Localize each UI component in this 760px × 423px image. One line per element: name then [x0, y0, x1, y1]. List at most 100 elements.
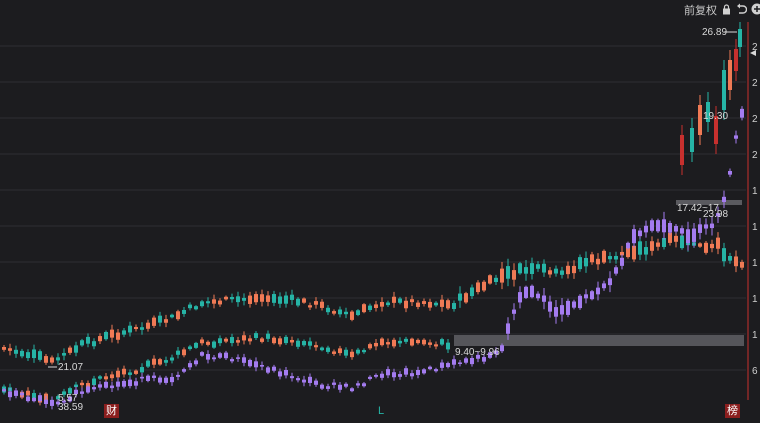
candle-purple[interactable]	[200, 352, 204, 356]
candle-purple[interactable]	[518, 292, 522, 303]
candle-secondary[interactable]	[350, 351, 354, 358]
candle-secondary[interactable]	[272, 337, 276, 344]
candle-purple[interactable]	[404, 368, 408, 375]
candle[interactable]	[722, 248, 726, 262]
candle[interactable]	[428, 301, 432, 308]
candle-purple[interactable]	[110, 385, 114, 389]
candle-purple[interactable]	[134, 381, 138, 386]
candle-secondary[interactable]	[194, 342, 198, 348]
candle-secondary[interactable]	[410, 338, 414, 346]
candle[interactable]	[590, 254, 594, 263]
candle[interactable]	[434, 302, 438, 306]
candle-purple[interactable]	[584, 294, 588, 299]
candle-purple[interactable]	[740, 108, 744, 118]
candle-purple[interactable]	[560, 305, 564, 315]
candle-secondary[interactable]	[314, 345, 318, 348]
candle[interactable]	[524, 267, 528, 274]
candle-secondary[interactable]	[140, 367, 144, 373]
candle-purple[interactable]	[686, 229, 690, 244]
candle[interactable]	[440, 299, 444, 307]
candle[interactable]	[548, 270, 552, 275]
candle[interactable]	[584, 257, 588, 267]
candle[interactable]	[728, 255, 732, 261]
candle[interactable]	[62, 353, 66, 356]
candle[interactable]	[212, 299, 216, 304]
candle[interactable]	[56, 357, 60, 361]
candle[interactable]	[392, 296, 396, 303]
candle[interactable]	[518, 263, 522, 274]
candle[interactable]	[146, 322, 150, 329]
candle[interactable]	[242, 297, 246, 301]
candle[interactable]	[380, 301, 384, 307]
candle[interactable]	[398, 298, 402, 303]
candle-secondary[interactable]	[116, 370, 120, 378]
candle-purple[interactable]	[626, 242, 630, 249]
candle-spike[interactable]	[690, 128, 694, 152]
earnings-marker[interactable]: 财	[104, 404, 119, 418]
candle-purple[interactable]	[14, 390, 18, 396]
candle[interactable]	[338, 309, 342, 315]
candle-purple[interactable]	[614, 267, 618, 274]
candle-secondary[interactable]	[152, 358, 156, 365]
candle[interactable]	[32, 349, 36, 359]
candle[interactable]	[716, 237, 720, 249]
candle-secondary[interactable]	[212, 341, 216, 348]
candle-purple[interactable]	[710, 223, 714, 229]
candle[interactable]	[254, 294, 258, 303]
candle[interactable]	[326, 307, 330, 313]
candle[interactable]	[638, 241, 642, 255]
candle[interactable]	[248, 295, 252, 304]
candle[interactable]	[308, 305, 312, 308]
plus-circle-icon[interactable]	[751, 3, 760, 15]
candle-purple[interactable]	[542, 295, 546, 302]
candle[interactable]	[188, 304, 192, 309]
candle-purple[interactable]	[722, 196, 726, 202]
ranking-marker[interactable]: 榜	[725, 404, 740, 418]
candle[interactable]	[194, 306, 198, 310]
candle-purple[interactable]	[596, 287, 600, 295]
candle-purple[interactable]	[638, 230, 642, 237]
candle[interactable]	[278, 296, 282, 304]
candle-purple[interactable]	[578, 295, 582, 309]
candle[interactable]	[134, 326, 138, 330]
candle-secondary[interactable]	[248, 338, 252, 342]
candle-purple[interactable]	[164, 377, 168, 383]
candle-purple[interactable]	[392, 372, 396, 378]
candle-purple[interactable]	[410, 373, 414, 377]
candle-secondary[interactable]	[104, 376, 108, 380]
candle-purple[interactable]	[656, 220, 660, 232]
candle-purple[interactable]	[188, 363, 192, 368]
candle-purple[interactable]	[452, 359, 456, 365]
candle-secondary[interactable]	[188, 346, 192, 350]
candle[interactable]	[140, 327, 144, 330]
candle-secondary[interactable]	[284, 336, 288, 344]
candle[interactable]	[314, 301, 318, 305]
candle[interactable]	[446, 300, 450, 309]
candle-purple[interactable]	[362, 383, 366, 387]
candle[interactable]	[128, 325, 132, 333]
candle[interactable]	[596, 258, 600, 265]
candle-secondary[interactable]	[164, 360, 168, 363]
candle[interactable]	[362, 304, 366, 313]
candle-secondary[interactable]	[110, 374, 114, 379]
candle-purple[interactable]	[98, 384, 102, 388]
candle-purple[interactable]	[464, 358, 468, 363]
candle-purple[interactable]	[170, 376, 174, 383]
candle-secondary[interactable]	[158, 359, 162, 365]
candle[interactable]	[152, 317, 156, 326]
candle-secondary[interactable]	[206, 341, 210, 345]
candle[interactable]	[50, 357, 54, 363]
candle[interactable]	[206, 301, 210, 304]
candle-purple[interactable]	[26, 396, 30, 402]
candle[interactable]	[374, 304, 378, 308]
candle-purple[interactable]	[140, 376, 144, 379]
candle[interactable]	[482, 281, 486, 291]
candle[interactable]	[608, 256, 612, 260]
candle-purple[interactable]	[680, 228, 684, 234]
candle-purple[interactable]	[524, 286, 528, 298]
candle-purple[interactable]	[248, 359, 252, 367]
candle-secondary[interactable]	[326, 347, 330, 352]
candle-secondary[interactable]	[236, 340, 240, 343]
candle-purple[interactable]	[332, 382, 336, 385]
lock-icon[interactable]	[722, 4, 731, 15]
